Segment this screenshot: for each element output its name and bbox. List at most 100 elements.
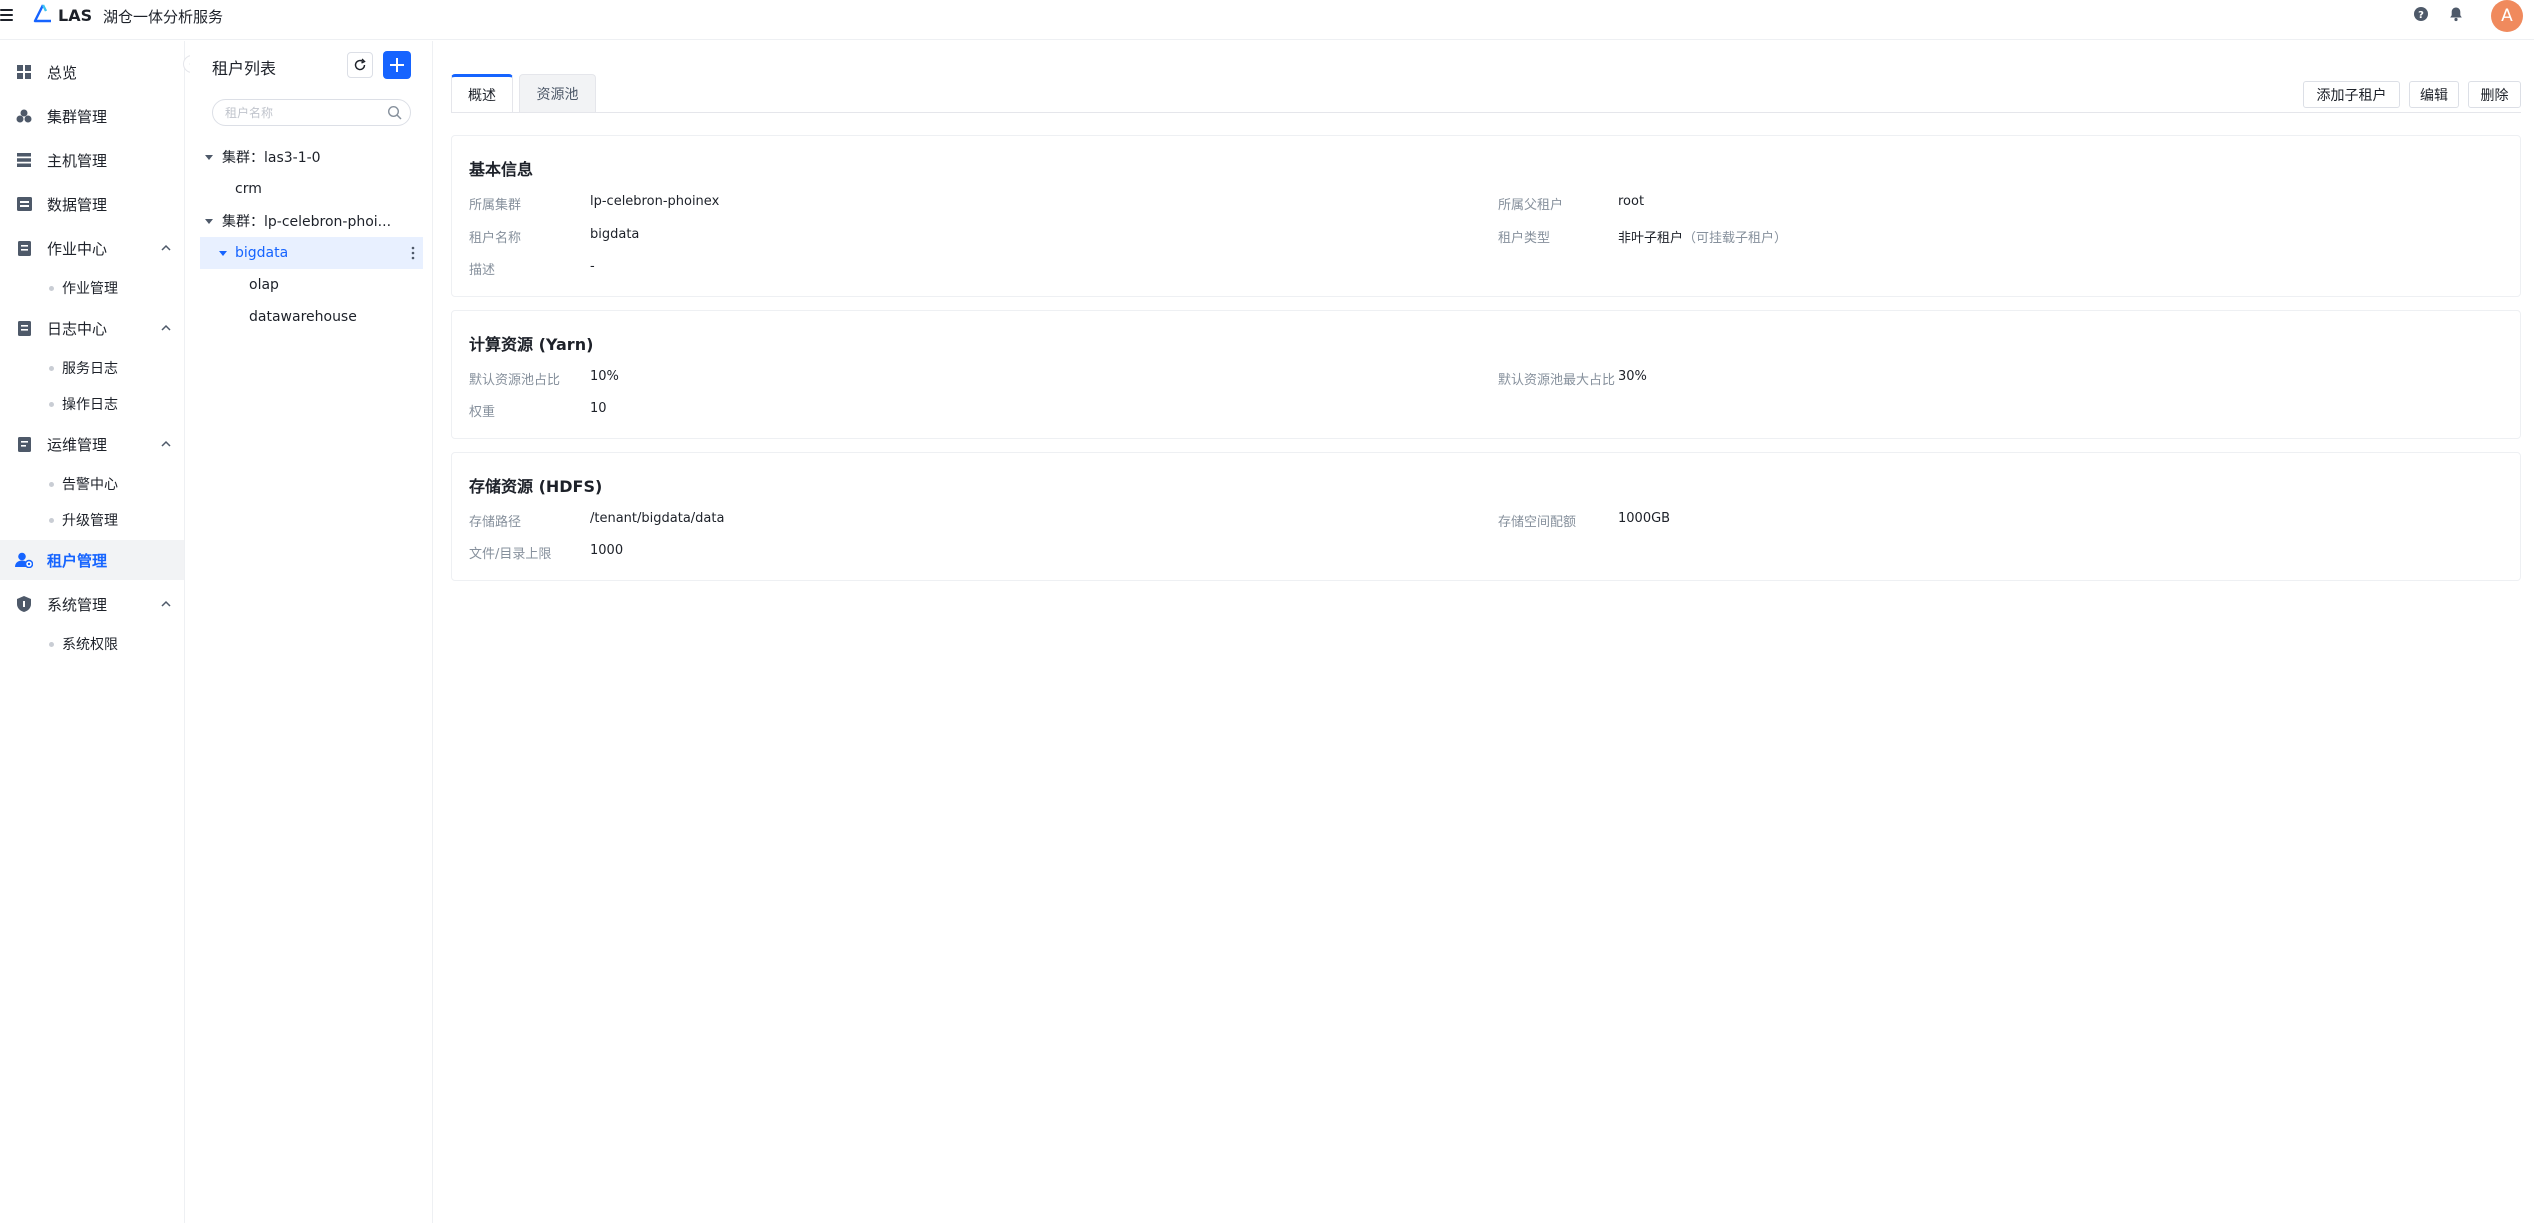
nav-log-center[interactable]: 日志中心 (0, 308, 184, 348)
plus-icon (390, 58, 404, 72)
nav-service-log[interactable]: 服务日志 (0, 350, 184, 386)
more-vertical-icon[interactable] (406, 245, 420, 261)
nav-host-mgmt[interactable]: 主机管理 (0, 140, 184, 180)
tree-node-tenant[interactable]: olap (200, 269, 423, 301)
svg-text:?: ? (2418, 10, 2424, 21)
nav-upgrade-mgmt[interactable]: 升级管理 (0, 502, 184, 538)
chevron-up-icon[interactable] (160, 598, 172, 610)
file-limit-label: 文件/目录上限 (469, 547, 552, 562)
storage-resource-card: 存储资源 (HDFS) 存储路径 /tenant/bigdata/data 存储… (451, 452, 2521, 581)
side-nav: 总览 集群管理 主机管理 数据管理 作业中心 作业管理 日志中心 服务日志 操作… (0, 41, 185, 1223)
add-tenant-button[interactable] (383, 51, 411, 79)
nav-operation-log[interactable]: 操作日志 (0, 386, 184, 422)
bullet-icon (49, 285, 54, 291)
dashboard-icon (15, 63, 33, 81)
default-ratio-label: 默认资源池占比 (469, 373, 561, 388)
tenant-user-icon (15, 551, 33, 569)
tree-node-label: 集群：lp-celebron-phoi... (222, 214, 392, 230)
tenant-list-title: 租户列表 (212, 59, 277, 78)
bullet-icon (49, 517, 54, 523)
nav-data-mgmt[interactable]: 数据管理 (0, 184, 184, 224)
service-name: 湖仓一体分析服务 (103, 8, 224, 26)
nav-ops-mgmt[interactable]: 运维管理 (0, 424, 184, 464)
tree-node-label: bigdata (235, 245, 289, 261)
storage-quota-label: 存储空间配额 (1498, 515, 1577, 530)
database-icon (15, 195, 33, 213)
tree-node-label: crm (235, 181, 262, 197)
compute-resource-card: 计算资源 (Yarn) 默认资源池占比 10% 默认资源池最大占比 30% 权重… (451, 310, 2521, 439)
help-icon[interactable]: ? (2412, 5, 2430, 23)
nav-label: 作业中心 (47, 239, 108, 258)
tree-node-label: datawarehouse (249, 309, 357, 325)
description-label: 描述 (469, 263, 496, 278)
nav-sub-label: 服务日志 (62, 361, 118, 377)
add-child-tenant-button[interactable]: 添加子租户 (2303, 81, 2400, 108)
tree-node-tenant[interactable]: crm (200, 173, 423, 205)
refresh-icon (354, 58, 366, 71)
refresh-button[interactable] (347, 52, 373, 78)
nav-label: 运维管理 (47, 435, 108, 454)
tab-resource-pool[interactable]: 资源池 (519, 74, 596, 113)
tree-node-tenant[interactable]: datawarehouse (200, 301, 423, 333)
bullet-icon (49, 481, 54, 487)
nav-label: 主机管理 (47, 151, 108, 170)
tenant-type-text: 非叶子租户 (1618, 231, 1684, 246)
weight-value: 10 (590, 401, 607, 416)
nav-sub-label: 告警中心 (62, 477, 118, 493)
nav-job-center[interactable]: 作业中心 (0, 228, 184, 268)
nav-cluster-mgmt[interactable]: 集群管理 (0, 96, 184, 136)
tab-divider (451, 112, 2521, 113)
chevron-up-icon[interactable] (160, 438, 172, 450)
tab-overview[interactable]: 概述 (451, 74, 513, 113)
las-logo-icon (33, 4, 51, 23)
nav-sub-label: 操作日志 (62, 397, 118, 413)
storage-path-value: /tenant/bigdata/data (590, 511, 725, 526)
log-icon (15, 319, 33, 337)
nav-system-permission[interactable]: 系统权限 (0, 626, 184, 662)
ops-icon (15, 435, 33, 453)
server-icon (15, 151, 33, 169)
basic-info-card: 基本信息 所属集群 lp-celebron-phoinex 所属父租户 root… (451, 135, 2521, 297)
tenant-search-input[interactable] (225, 103, 375, 122)
tree-node-tenant-selected[interactable]: bigdata (200, 237, 423, 269)
nav-job-mgmt[interactable]: 作业管理 (0, 270, 184, 306)
brand-name: LAS (58, 6, 93, 25)
user-avatar[interactable]: A (2491, 0, 2523, 32)
nav-sub-label: 作业管理 (62, 281, 118, 297)
parent-tenant-value: root (1618, 194, 1645, 209)
tree-node-cluster[interactable]: 集群：lp-celebron-phoi... (200, 205, 423, 237)
delete-button[interactable]: 删除 (2468, 81, 2521, 108)
tenant-search (212, 99, 411, 126)
nav-sub-label: 系统权限 (62, 637, 118, 653)
caret-down-icon[interactable] (204, 152, 214, 162)
nav-label: 日志中心 (47, 319, 108, 338)
menu-icon[interactable] (0, 9, 14, 23)
caret-down-icon[interactable] (204, 216, 214, 226)
caret-down-icon[interactable] (218, 248, 228, 258)
nav-tenant-mgmt[interactable]: 租户管理 (0, 540, 184, 580)
cluster-icon (15, 107, 33, 125)
max-ratio-value: 30% (1618, 369, 1647, 384)
tenant-name-value: bigdata (590, 227, 640, 242)
tenant-type-value: 非叶子租户（可挂载子租户） (1618, 227, 1787, 246)
bell-icon[interactable] (2447, 5, 2465, 23)
nav-sub-label: 升级管理 (62, 513, 118, 529)
nav-overview[interactable]: 总览 (0, 52, 184, 92)
tree-node-cluster[interactable]: 集群：las3-1-0 (200, 141, 423, 173)
tenant-name-label: 租户名称 (469, 231, 522, 246)
edit-button[interactable]: 编辑 (2409, 81, 2459, 108)
shield-icon (15, 595, 33, 613)
cluster-value: lp-celebron-phoinex (590, 194, 720, 209)
file-limit-value: 1000 (590, 543, 624, 558)
tenant-type-hint: （可挂载子租户） (1683, 231, 1788, 246)
bullet-icon (49, 365, 54, 371)
cluster-label: 所属集群 (469, 198, 522, 213)
nav-alarm-center[interactable]: 告警中心 (0, 466, 184, 502)
job-icon (15, 239, 33, 257)
nav-label: 数据管理 (47, 195, 108, 214)
nav-system-mgmt[interactable]: 系统管理 (0, 584, 184, 624)
chevron-up-icon[interactable] (160, 242, 172, 254)
nav-label: 集群管理 (47, 107, 108, 126)
search-icon[interactable] (387, 105, 403, 121)
chevron-up-icon[interactable] (160, 322, 172, 334)
